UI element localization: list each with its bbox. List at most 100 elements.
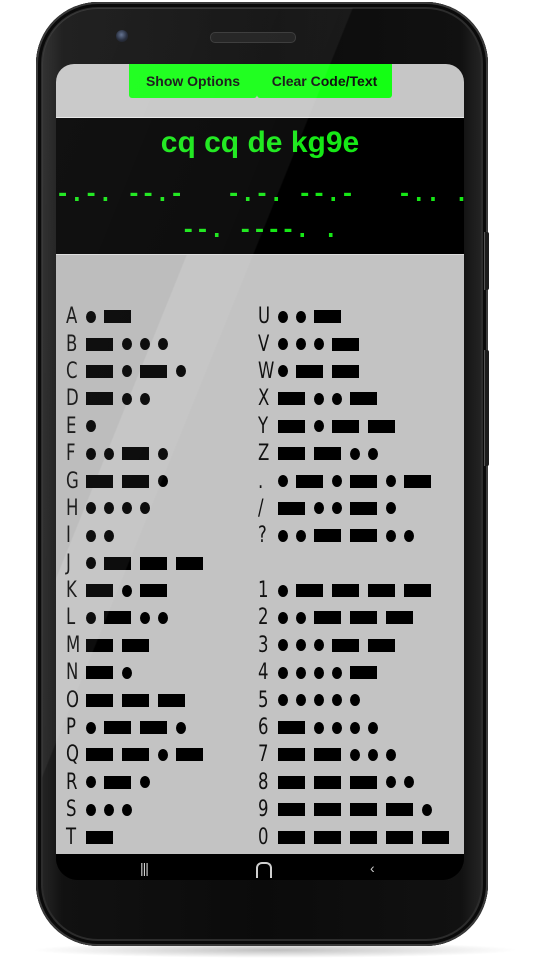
morse-dot xyxy=(386,502,396,515)
chart-row: 2 xyxy=(258,604,458,631)
morse-output-line-1: -.-. --.- -.-. --.- -.. . -.- xyxy=(56,182,464,207)
morse-code-symbols xyxy=(278,310,350,324)
morse-dash xyxy=(350,803,377,817)
chart-row: P xyxy=(66,714,212,741)
chart-character: / xyxy=(258,495,264,521)
morse-code-symbols xyxy=(278,721,386,735)
morse-code-symbols xyxy=(86,721,194,735)
chart-character: P xyxy=(66,715,76,741)
morse-code-symbols xyxy=(278,501,404,515)
chart-row: X xyxy=(258,385,458,412)
chart-character: Z xyxy=(258,441,270,467)
morse-dash xyxy=(368,584,395,598)
chart-row: F xyxy=(66,440,212,467)
power-button xyxy=(484,232,489,290)
chart-character: ? xyxy=(258,523,267,549)
chart-row: 6 xyxy=(258,714,458,741)
morse-dot xyxy=(386,475,396,488)
morse-code-symbols xyxy=(86,666,140,680)
morse-dot xyxy=(158,338,168,351)
morse-dash xyxy=(386,611,413,625)
morse-dot xyxy=(86,502,96,515)
morse-code-symbols xyxy=(278,666,386,680)
morse-code-symbols xyxy=(86,693,194,707)
morse-dot xyxy=(332,694,342,707)
recent-apps-icon[interactable]: ||| xyxy=(140,860,149,876)
morse-code-symbols xyxy=(278,447,386,461)
chart-character: 4 xyxy=(258,660,269,686)
morse-dot xyxy=(278,694,288,707)
button-bar: Show Options Clear Code/Text xyxy=(129,64,392,98)
chart-character: I xyxy=(66,523,71,549)
morse-dot xyxy=(86,721,96,734)
morse-dash xyxy=(314,447,341,461)
chart-character: . xyxy=(258,468,264,494)
morse-dash xyxy=(278,392,305,406)
morse-code-symbols xyxy=(278,775,422,789)
morse-code-symbols xyxy=(86,337,176,351)
morse-dash xyxy=(350,611,377,625)
morse-dash xyxy=(296,364,323,378)
morse-dash xyxy=(314,310,341,324)
chart-character: F xyxy=(66,441,76,467)
morse-code-symbols xyxy=(86,529,122,542)
morse-code-symbols xyxy=(86,474,176,488)
morse-dot xyxy=(140,776,150,789)
morse-dot xyxy=(86,447,96,460)
morse-code-symbols xyxy=(278,584,440,598)
chart-row: L xyxy=(66,604,212,631)
chart-character: Q xyxy=(66,742,79,768)
morse-dash xyxy=(422,830,449,844)
morse-code-symbols xyxy=(86,420,104,433)
morse-dash xyxy=(176,556,203,570)
chart-row: 4 xyxy=(258,659,458,686)
morse-dash xyxy=(176,748,203,762)
home-icon[interactable] xyxy=(256,862,272,878)
morse-dash xyxy=(140,556,167,570)
morse-dash xyxy=(140,364,167,378)
chart-character: C xyxy=(66,358,78,384)
morse-code-symbols xyxy=(278,830,458,844)
morse-dot xyxy=(86,557,96,570)
morse-dash xyxy=(86,392,113,406)
morse-dash xyxy=(332,364,359,378)
morse-code-symbols xyxy=(278,694,368,707)
morse-code-symbols xyxy=(278,364,368,378)
chart-character: T xyxy=(66,824,77,850)
morse-dash xyxy=(86,748,113,762)
back-icon[interactable]: ‹ xyxy=(370,860,375,876)
chart-character: 2 xyxy=(258,605,269,631)
chart-character: D xyxy=(66,386,79,412)
chart-column-right: U V W X Y Z. /? 1 2 3 4 5 6 7 8 9 0 xyxy=(258,303,458,851)
morse-code-symbols xyxy=(278,803,440,817)
chart-row: U xyxy=(258,303,458,330)
morse-dot xyxy=(332,721,342,734)
morse-reference-chart: ABCDEFGHIJKLMNOPQRST U V W X Y Z. /? 1 2 3 4 5 6 7 8 9 0 xyxy=(56,254,464,855)
morse-dash xyxy=(350,529,377,543)
morse-dash xyxy=(278,775,305,789)
morse-code-symbols xyxy=(278,611,422,625)
chart-character: 3 xyxy=(258,632,269,658)
morse-dot xyxy=(122,502,132,515)
chart-row: V xyxy=(258,330,458,357)
morse-dot xyxy=(86,611,96,624)
show-options-button[interactable]: Show Options xyxy=(129,64,257,98)
morse-code-symbols xyxy=(86,748,212,762)
morse-dash xyxy=(140,721,167,735)
morse-dot xyxy=(104,502,114,515)
morse-dot xyxy=(158,748,168,761)
chart-row: Z xyxy=(258,440,458,467)
morse-dot xyxy=(122,803,132,816)
morse-dot xyxy=(140,502,150,515)
clear-code-text-button[interactable]: Clear Code/Text xyxy=(257,64,392,98)
morse-dash xyxy=(104,721,131,735)
morse-dot xyxy=(314,392,324,405)
morse-dot xyxy=(296,666,306,679)
morse-code-symbols xyxy=(86,447,176,461)
morse-dot xyxy=(278,365,288,378)
morse-dash xyxy=(104,310,131,324)
morse-dash xyxy=(350,501,377,515)
chart-character: O xyxy=(66,687,79,713)
morse-dash xyxy=(314,611,341,625)
android-nav-bar: ||| ‹ xyxy=(56,854,464,880)
